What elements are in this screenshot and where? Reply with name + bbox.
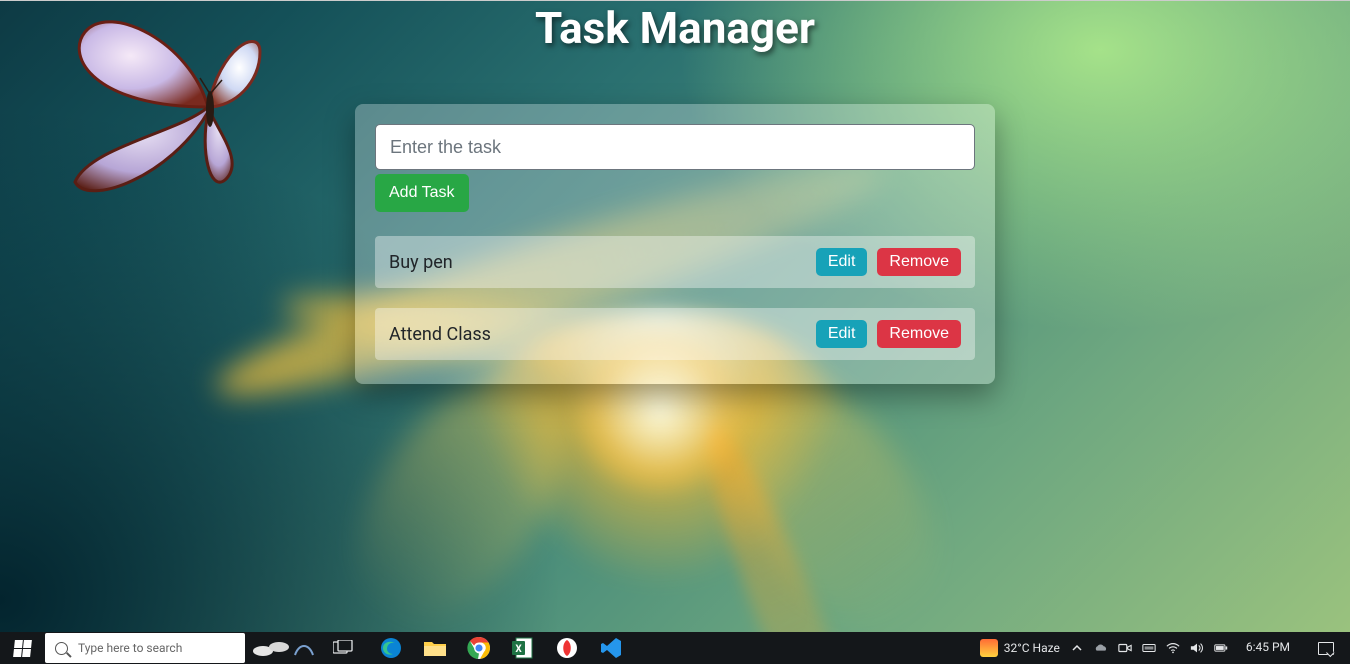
weather-text: 32°C Haze (1004, 641, 1060, 655)
chrome-icon[interactable] (459, 632, 499, 664)
edit-button[interactable]: Edit (816, 248, 868, 276)
task-label: Attend Class (389, 324, 491, 345)
taskbar-search-placeholder: Type here to search (78, 641, 182, 655)
clock-time: 6:45 PM (1246, 641, 1290, 654)
meet-now-icon[interactable] (1118, 641, 1132, 655)
task-list: Buy pen Edit Remove Attend Class Edit Re… (375, 236, 975, 360)
task-row: Attend Class Edit Remove (375, 308, 975, 360)
start-button[interactable] (0, 632, 44, 664)
browser-viewport: Task Manager Add Task Buy pen Edit Remov… (0, 0, 1350, 632)
battery-icon[interactable] (1214, 641, 1228, 655)
excel-icon[interactable]: X (503, 632, 543, 664)
task-view-icon (333, 640, 353, 656)
page-title: Task Manager (0, 0, 1350, 54)
edge-icon[interactable] (371, 632, 411, 664)
vscode-icon[interactable] (591, 632, 631, 664)
task-label: Buy pen (389, 252, 453, 273)
weather-widget[interactable]: 32°C Haze (980, 639, 1060, 657)
chevron-up-icon[interactable] (1070, 641, 1084, 655)
windows-taskbar: Type here to search X (0, 632, 1350, 664)
system-tray: 32°C Haze (980, 632, 1350, 664)
wifi-icon[interactable] (1166, 641, 1180, 655)
remove-button[interactable]: Remove (877, 320, 961, 348)
remove-button[interactable]: Remove (877, 248, 961, 276)
edit-button[interactable]: Edit (816, 320, 868, 348)
svg-text:X: X (515, 644, 522, 655)
taskbar-search[interactable]: Type here to search (45, 633, 245, 663)
add-task-button[interactable]: Add Task (375, 174, 469, 212)
cortana-art[interactable] (245, 633, 321, 663)
task-view-button[interactable] (321, 632, 365, 664)
onedrive-icon[interactable] (1094, 641, 1108, 655)
app-icon[interactable] (547, 632, 587, 664)
keyboard-icon[interactable] (1142, 641, 1156, 655)
task-input[interactable] (375, 124, 975, 170)
pinned-apps: X (371, 632, 631, 664)
weather-icon (980, 639, 998, 657)
volume-icon[interactable] (1190, 641, 1204, 655)
task-card: Add Task Buy pen Edit Remove Attend Clas… (355, 104, 995, 384)
task-row: Buy pen Edit Remove (375, 236, 975, 288)
taskbar-clock[interactable]: 6:45 PM (1238, 641, 1298, 654)
action-center-button[interactable] (1308, 632, 1344, 664)
notification-icon (1318, 642, 1334, 655)
search-icon (55, 642, 68, 655)
file-explorer-icon[interactable] (415, 632, 455, 664)
windows-logo-icon (13, 640, 32, 657)
